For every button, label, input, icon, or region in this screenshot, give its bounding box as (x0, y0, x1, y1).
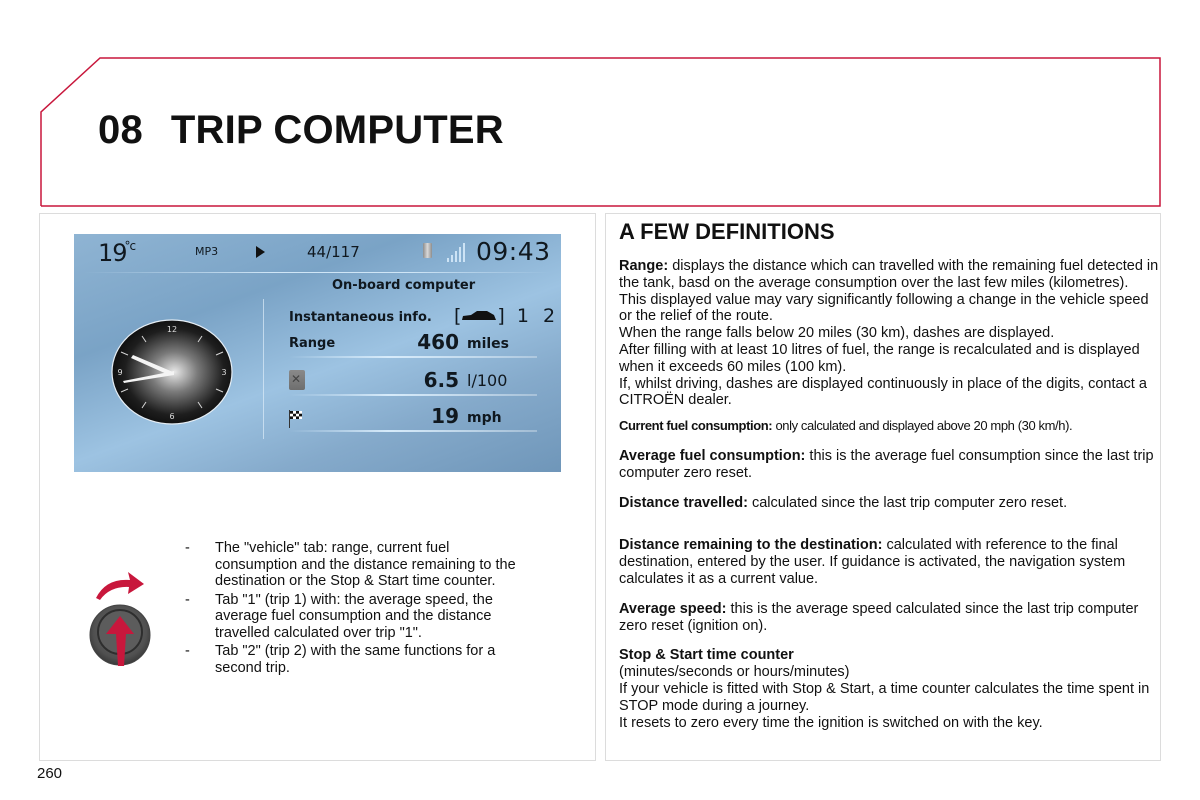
definition-term: Current fuel consumption: (619, 418, 773, 434)
status-bar: 19°c MP3 44/117 09:43 (74, 234, 561, 272)
instantaneous-info-label: Instantaneous info. (289, 310, 432, 325)
definition-term: Stop & Start time counter (619, 647, 794, 664)
clock-numeral-3: 3 (221, 368, 226, 377)
tab-trip-2[interactable]: 2 (543, 305, 555, 327)
clock-numeral-12: 12 (167, 325, 177, 334)
list-item: - Tab "1" (trip 1) with: the average spee… (185, 591, 493, 641)
chapter-title-text: TRIP COMPUTER (170, 108, 504, 152)
speed-value: 19 (431, 404, 459, 428)
signal-strength-icon (447, 242, 469, 262)
range-unit: miles (467, 336, 510, 352)
track-number: 44/117 (307, 243, 360, 261)
range-label: Range (289, 336, 336, 351)
outside-temperature: 19°c (98, 239, 137, 267)
play-icon (256, 246, 265, 258)
fuel-consumption-value: 6.5 (423, 368, 459, 392)
clock-numeral-6: 6 (169, 412, 174, 421)
definition-distance-travelled: Distance travelled: calculated since the… (619, 494, 1068, 511)
temperature-value: 19 (98, 239, 128, 267)
definition-term: Average fuel consumption: (619, 447, 806, 464)
speed-row: 19 mph (289, 404, 549, 432)
rotary-control-icon (89, 572, 151, 666)
list-item: - The "vehicle" tab: range, current fuel … (185, 540, 516, 589)
chequered-flag-icon (289, 410, 302, 428)
definition-current-fuel: Current fuel consumption: only calculate… (619, 418, 1073, 434)
fuel-consumption-row: 6.5 l/100 (289, 368, 549, 396)
definition-average-fuel: Average fuel consumption: this is the av… (619, 447, 1154, 481)
definition-term: Range: (619, 258, 669, 274)
list-item: - Tab "2" (trip 2) with the same function… (185, 643, 496, 676)
definition-term: Distance travelled: (619, 494, 748, 511)
digital-clock: 09:43 (476, 237, 551, 266)
definition-term: Distance remaining to the destination: (619, 537, 883, 554)
fuel-pump-icon (289, 370, 305, 390)
onboard-computer-title: On-board computer (332, 278, 476, 293)
speed-unit: mph (467, 410, 502, 426)
car-icon (462, 311, 497, 320)
range-value: 460 (417, 330, 459, 354)
status-bar-divider (84, 272, 551, 273)
range-row: Range 460 miles (289, 330, 549, 358)
screen-divider (263, 299, 264, 439)
tab-vehicle[interactable]: [] (454, 305, 505, 327)
temperature-unit: °c (124, 239, 137, 253)
tab-trip-1[interactable]: 1 (517, 305, 529, 327)
rotate-arrow-icon (96, 572, 144, 600)
definition-distance-remaining: Distance remaining to the destination: c… (619, 537, 1126, 587)
page-number: 260 (37, 765, 63, 782)
definition-range: Range: displays the distance which can t… (619, 258, 1159, 409)
definitions-title: A FEW DEFINITIONS (619, 219, 835, 244)
analog-clock: 12 3 6 9 (111, 319, 233, 425)
trip-tabs: [] 1 2 (454, 305, 555, 327)
definition-stop-start: Stop & Start time counter (minutes/secon… (619, 647, 1150, 731)
phone-icon (423, 243, 432, 258)
definition-average-speed: Average speed: this is the average speed… (619, 600, 1139, 634)
multifunction-screen: 19°c MP3 44/117 09:43 12 3 6 9 On-board … (74, 234, 561, 472)
tab-description-list: - The "vehicle" tab: range, current fuel … (185, 540, 525, 678)
chapter-number: 08 (98, 108, 143, 152)
fuel-consumption-unit: l/100 (467, 371, 508, 390)
definition-term: Average speed: (619, 600, 727, 617)
clock-numeral-9: 9 (117, 368, 122, 377)
definitions-body: Range: displays the distance which can t… (619, 258, 1159, 744)
audio-source: MP3 (195, 245, 219, 258)
chapter-title: 08 TRIP COMPUTER (98, 108, 504, 153)
